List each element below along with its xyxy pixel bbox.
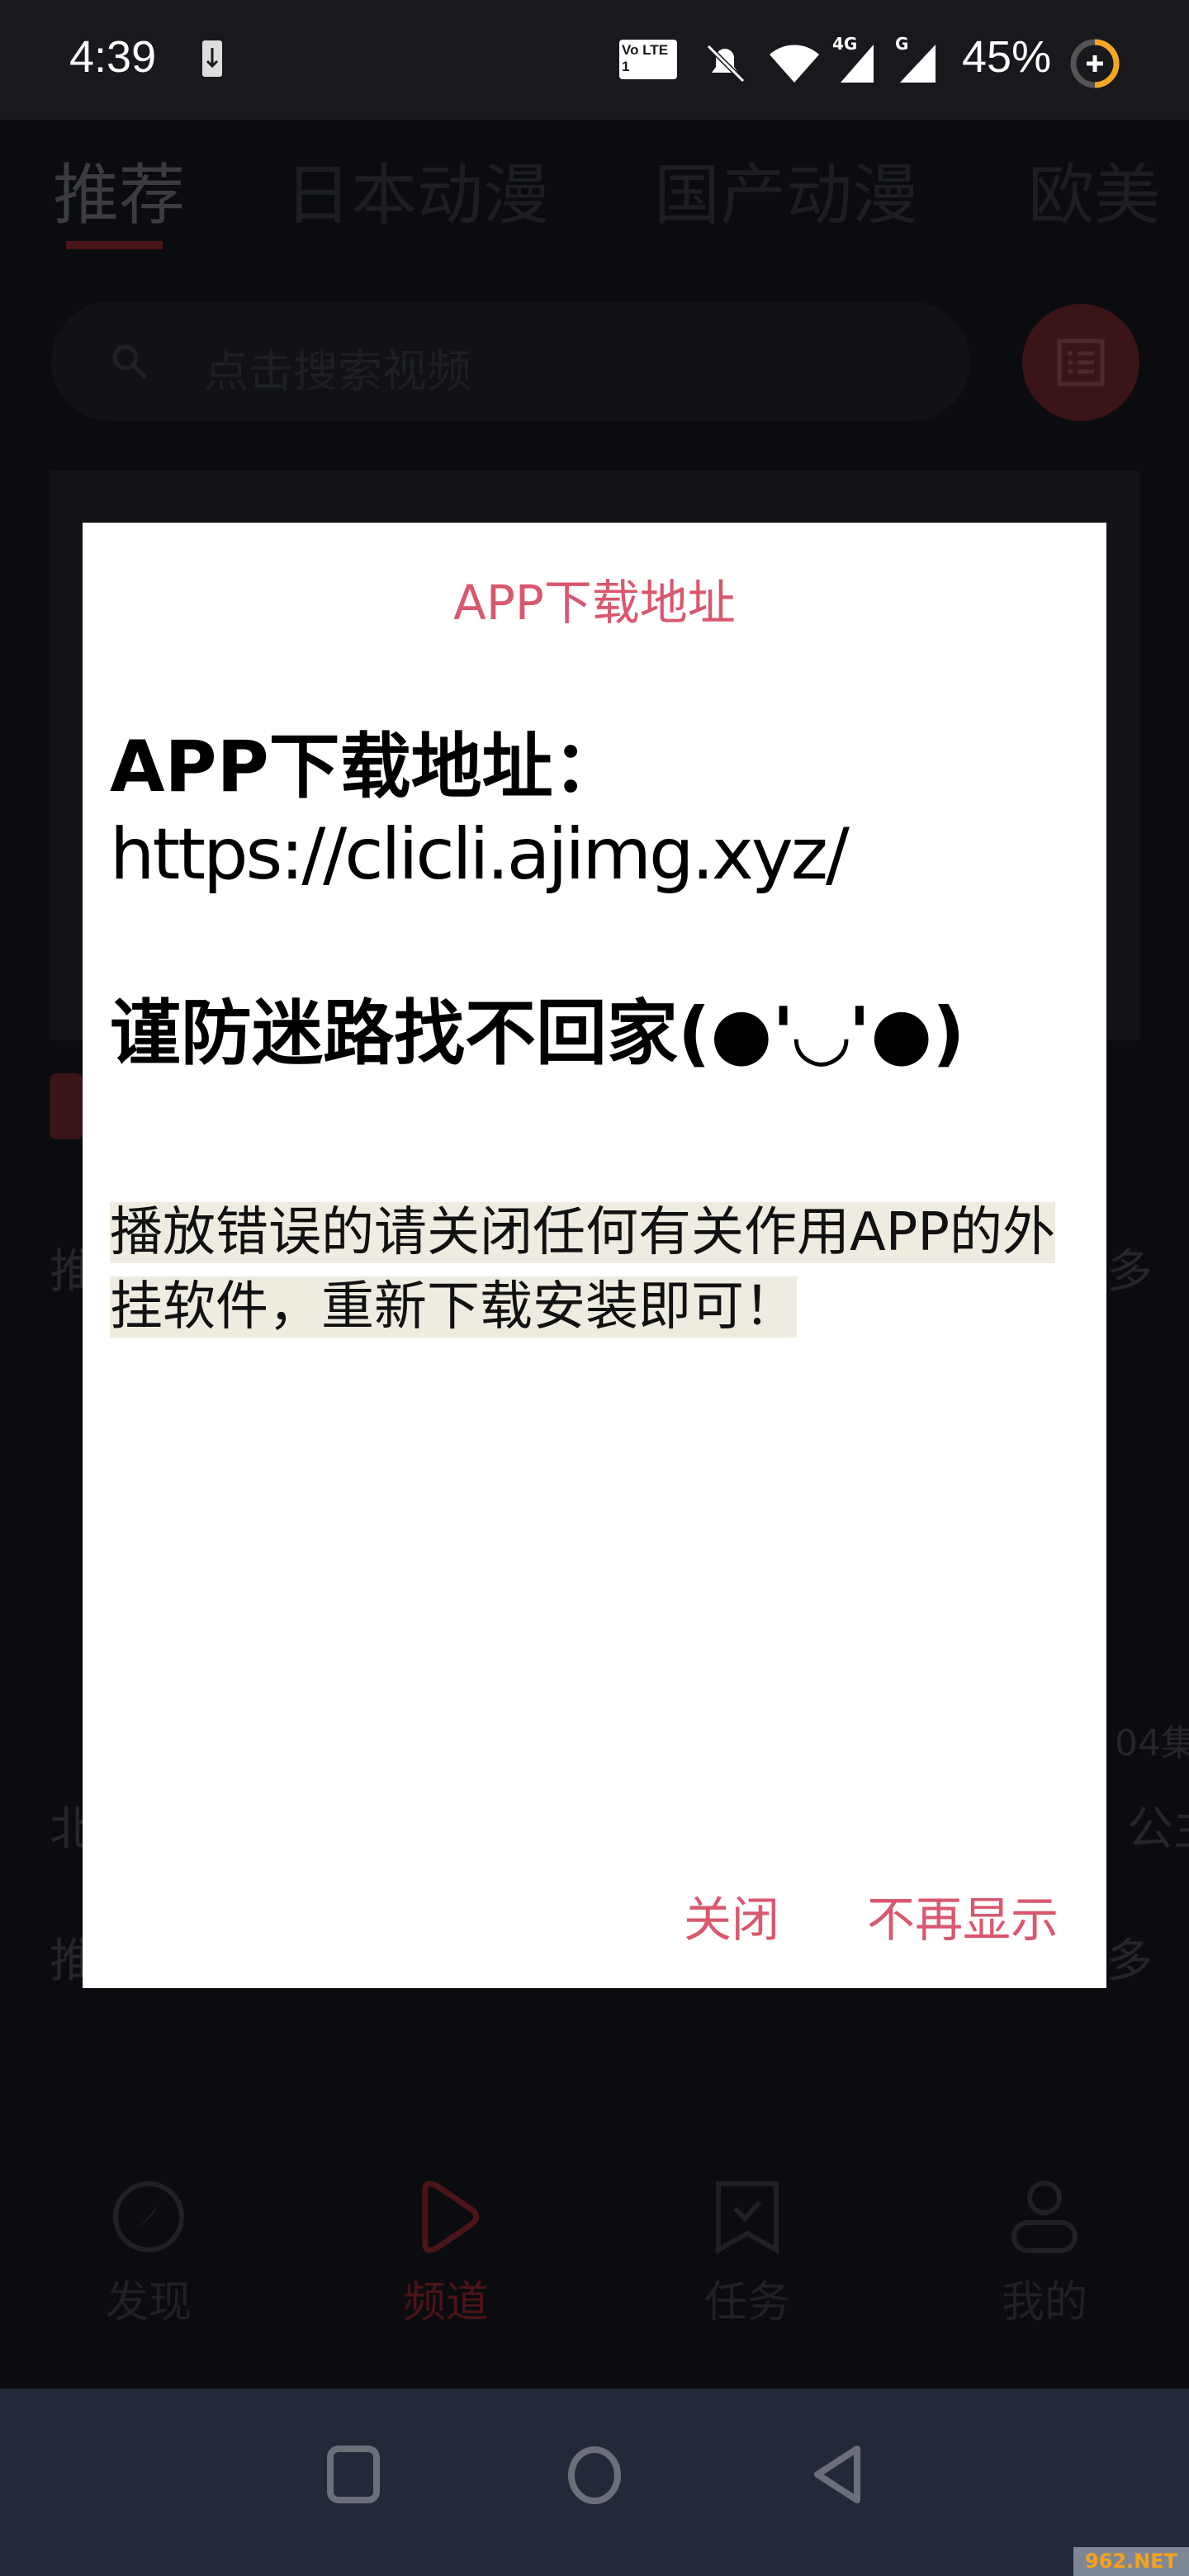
tag-badge <box>50 1073 83 1139</box>
bookmark-check-icon <box>716 2181 779 2255</box>
system-nav-bar <box>0 2389 1189 2576</box>
dialog-message: 播放错误的请关闭任何有关作用APP的外挂软件，重新下载安装即可！ <box>110 1196 1059 1344</box>
tab-chinese-anime[interactable]: 国产动漫 <box>654 142 918 238</box>
never-show-button[interactable]: 不再显示 <box>867 1881 1059 1950</box>
signal-icon: 4G G <box>832 34 936 83</box>
search-placeholder: 点击搜索视频 <box>204 345 471 397</box>
network-label-g: G <box>895 34 908 54</box>
nav-mine[interactable]: 我的 <box>962 2180 1127 2329</box>
download-notification-icon <box>202 40 222 77</box>
section-more-link[interactable]: 多 <box>1106 1234 1153 1301</box>
nav-label: 频道 <box>402 2278 489 2327</box>
episode-count: 04集 <box>1115 1722 1189 1764</box>
search-icon <box>112 344 147 379</box>
download-url[interactable]: https://clicli.ajimg.xyz/ <box>110 813 850 896</box>
dialog-heading-label: APP下载地址： <box>110 726 624 808</box>
battery-percent: 45% <box>962 32 1052 82</box>
section-more-link-2[interactable]: 多 <box>1106 1924 1153 1991</box>
tab-japanese-anime[interactable]: 日本动漫 <box>285 142 549 238</box>
watermark-logo: 962.NET <box>1073 2547 1189 2576</box>
dialog-message-text: 播放错误的请关闭任何有关作用APP的外挂软件，重新下载安装即可！ <box>110 1202 1055 1338</box>
nav-channel[interactable]: 频道 <box>363 2180 528 2329</box>
tab-recommend[interactable]: 推荐 <box>53 142 185 238</box>
back-icon[interactable] <box>809 2445 867 2506</box>
dialog-warning: 谨防迷路找不回家(●'◡'●) <box>110 992 965 1075</box>
status-time: 4:39 <box>69 32 157 82</box>
search-input[interactable]: 点击搜索视频 <box>51 301 970 421</box>
home-icon[interactable] <box>566 2445 623 2506</box>
close-button[interactable]: 关闭 <box>684 1881 779 1950</box>
category-menu-button[interactable] <box>1022 304 1139 421</box>
play-icon <box>422 2181 480 2253</box>
volte-icon: Vo LTE 1 <box>619 40 677 79</box>
tab-underline <box>66 241 163 249</box>
wifi-icon <box>770 45 819 83</box>
battery-charging-icon <box>1070 39 1120 88</box>
nav-label: 任务 <box>703 2278 790 2327</box>
nav-label: 发现 <box>105 2278 192 2327</box>
nav-label: 我的 <box>1001 2278 1087 2327</box>
network-label-4g: 4G <box>832 34 857 54</box>
list-icon <box>1057 339 1105 386</box>
nav-discover[interactable]: 发现 <box>66 2180 231 2329</box>
dialog-title: APP下载地址 <box>453 575 736 631</box>
tab-western[interactable]: 欧美 <box>1028 142 1160 238</box>
nav-tasks[interactable]: 任务 <box>665 2180 830 2329</box>
status-bar: 4:39 Vo LTE 1 4G G 45% <box>0 0 1189 120</box>
compass-icon <box>113 2181 184 2252</box>
recents-icon[interactable] <box>326 2445 384 2506</box>
user-icon <box>1011 2181 1078 2253</box>
video-title-right[interactable]: 公主 <box>1127 1792 1189 1859</box>
download-dialog: APP下载地址 APP下载地址： https://clicli.ajimg.xy… <box>83 523 1106 1988</box>
bell-muted-icon <box>706 44 746 83</box>
